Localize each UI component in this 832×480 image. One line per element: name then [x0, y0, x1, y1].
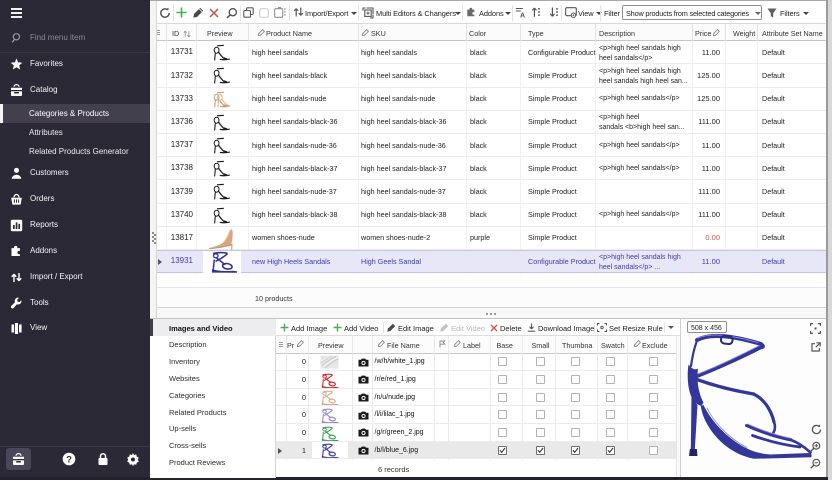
svg-text:A: A [520, 13, 525, 18]
svg-text:?: ? [66, 454, 72, 465]
